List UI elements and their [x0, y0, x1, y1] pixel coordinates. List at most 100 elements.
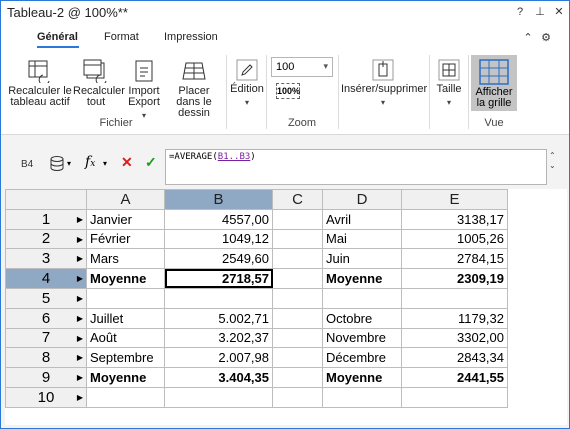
cell-e5[interactable] — [401, 287, 508, 309]
column-header-e[interactable]: E — [401, 189, 508, 210]
recalc-active-button[interactable]: Recalculer le tableau actif — [7, 59, 73, 108]
cell-b3[interactable]: 2549,60 — [164, 248, 273, 270]
row-header[interactable]: 10 ▶ — [5, 386, 87, 408]
cell-e7[interactable]: 3302,00 — [401, 327, 508, 349]
cell-c7[interactable] — [272, 327, 323, 349]
cell-a9[interactable]: Moyenne — [86, 367, 165, 388]
cell-a10[interactable] — [86, 386, 165, 408]
cell-c3[interactable] — [272, 248, 323, 270]
cell-c9[interactable] — [272, 367, 323, 388]
insert-delete-button[interactable]: Insérer/supprimer ▾ — [341, 59, 427, 108]
cell-c10[interactable] — [272, 386, 323, 408]
cell-d10[interactable] — [322, 386, 402, 408]
cell-a6[interactable]: Juillet — [86, 307, 165, 329]
row-header[interactable]: 8 ▶ — [5, 347, 87, 369]
corner-cell[interactable] — [5, 189, 87, 210]
row-expand-icon[interactable]: ▶ — [77, 334, 83, 343]
tab-general[interactable]: Général — [37, 31, 78, 43]
cell-c6[interactable] — [272, 307, 323, 329]
cell-b1[interactable]: 4557,00 — [164, 208, 273, 230]
row-expand-icon[interactable]: ▶ — [77, 294, 83, 303]
row-expand-icon[interactable]: ▶ — [77, 393, 83, 402]
column-header-b[interactable]: B — [164, 189, 273, 210]
cell-e6[interactable]: 1179,32 — [401, 307, 508, 329]
cancel-formula-icon[interactable]: ✕ — [121, 154, 133, 171]
cell-e9[interactable]: 2441,55 — [401, 367, 508, 388]
tab-impression[interactable]: Impression — [164, 31, 218, 43]
formula-input[interactable]: =AVERAGE(B1..B3) — [165, 149, 547, 185]
cell-d2[interactable]: Mai — [322, 228, 402, 250]
tab-format[interactable]: Format — [104, 31, 139, 43]
cell-d5[interactable] — [322, 287, 402, 309]
cell-a3[interactable]: Mars — [86, 248, 165, 270]
cell-b5[interactable] — [164, 287, 273, 309]
row-header[interactable]: 9 ▶ — [5, 367, 87, 388]
cell-c5[interactable] — [272, 287, 323, 309]
edition-button[interactable]: Édition ▾ — [230, 59, 264, 108]
cell-b6[interactable]: 5.002,71 — [164, 307, 273, 329]
row-expand-icon[interactable]: ▶ — [77, 314, 83, 323]
cell-b7[interactable]: 3.202,37 — [164, 327, 273, 349]
formula-scroll[interactable]: ⌃ ⌄ — [549, 151, 556, 171]
settings-icon[interactable]: ⚙ — [539, 31, 553, 45]
cell-c8[interactable] — [272, 347, 323, 369]
column-header-d[interactable]: D — [322, 189, 402, 210]
cell-b8[interactable]: 2.007,98 — [164, 347, 273, 369]
database-icon[interactable] — [49, 155, 67, 173]
help-button[interactable]: ? — [513, 5, 527, 19]
show-grid-button[interactable]: Afficher la grille — [471, 55, 517, 111]
cell-d4[interactable]: Moyenne — [322, 268, 402, 289]
cell-a1[interactable]: Janvier — [86, 208, 165, 230]
cell-d1[interactable]: Avril — [322, 208, 402, 230]
cell-a7[interactable]: Août — [86, 327, 165, 349]
row-expand-icon[interactable]: ▶ — [77, 373, 83, 382]
import-export-button[interactable]: Import Export ▾ — [123, 59, 165, 121]
cell-e4[interactable]: 2309,19 — [401, 268, 508, 289]
column-header-c[interactable]: C — [272, 189, 323, 210]
row-expand-icon[interactable]: ▶ — [77, 353, 83, 362]
function-icon[interactable]: fx — [85, 154, 95, 170]
cell-a8[interactable]: Septembre — [86, 347, 165, 369]
cell-a4[interactable]: Moyenne — [86, 268, 165, 289]
row-header[interactable]: 7 ▶ — [5, 327, 87, 349]
pin-button[interactable]: ⊥ — [533, 5, 547, 19]
row-header[interactable]: 5 ▶ — [5, 287, 87, 309]
row-header[interactable]: 2 ▶ — [5, 228, 87, 250]
cell-a2[interactable]: Février — [86, 228, 165, 250]
row-expand-icon[interactable]: ▶ — [77, 235, 83, 244]
zoom-100-button[interactable]: 100% — [276, 83, 300, 99]
collapse-ribbon-icon[interactable]: ⌃ — [521, 31, 535, 45]
close-button[interactable]: ✕ — [552, 5, 566, 19]
cell-c1[interactable] — [272, 208, 323, 230]
cell-b2[interactable]: 1049,12 — [164, 228, 273, 250]
cell-a5[interactable] — [86, 287, 165, 309]
cell-e8[interactable]: 2843,34 — [401, 347, 508, 369]
row-expand-icon[interactable]: ▶ — [77, 215, 83, 224]
zoom-select[interactable]: 100 ▾ — [271, 57, 333, 77]
cell-e3[interactable]: 2784,15 — [401, 248, 508, 270]
row-header[interactable]: 1 ▶ — [5, 208, 87, 230]
cell-d3[interactable]: Juin — [322, 248, 402, 270]
recalc-all-button[interactable]: Recalculer tout — [73, 59, 125, 108]
row-header[interactable]: 3 ▶ — [5, 248, 87, 270]
row-header[interactable]: 6 ▶ — [5, 307, 87, 329]
confirm-formula-icon[interactable]: ✓ — [145, 154, 157, 171]
cell-c2[interactable] — [272, 228, 323, 250]
cell-d7[interactable]: Novembre — [322, 327, 402, 349]
row-expand-icon[interactable]: ▶ — [77, 254, 83, 263]
column-header-a[interactable]: A — [86, 189, 165, 210]
cell-d8[interactable]: Décembre — [322, 347, 402, 369]
row-expand-icon[interactable]: ▶ — [77, 274, 83, 283]
cell-b9[interactable]: 3.404,35 — [164, 367, 273, 388]
cell-e10[interactable] — [401, 386, 508, 408]
row-header[interactable]: 4 ▶ — [5, 268, 87, 289]
cell-b4[interactable]: 2718,57 — [164, 268, 273, 289]
cell-d6[interactable]: Octobre — [322, 307, 402, 329]
cell-e2[interactable]: 1005,26 — [401, 228, 508, 250]
place-drawing-button[interactable]: Placer dans le dessin — [167, 59, 221, 119]
cell-c4[interactable] — [272, 268, 323, 289]
cell-e1[interactable]: 3138,17 — [401, 208, 508, 230]
cell-d9[interactable]: Moyenne — [322, 367, 402, 388]
size-button[interactable]: Taille ▾ — [432, 59, 466, 108]
cell-b10[interactable] — [164, 386, 273, 408]
